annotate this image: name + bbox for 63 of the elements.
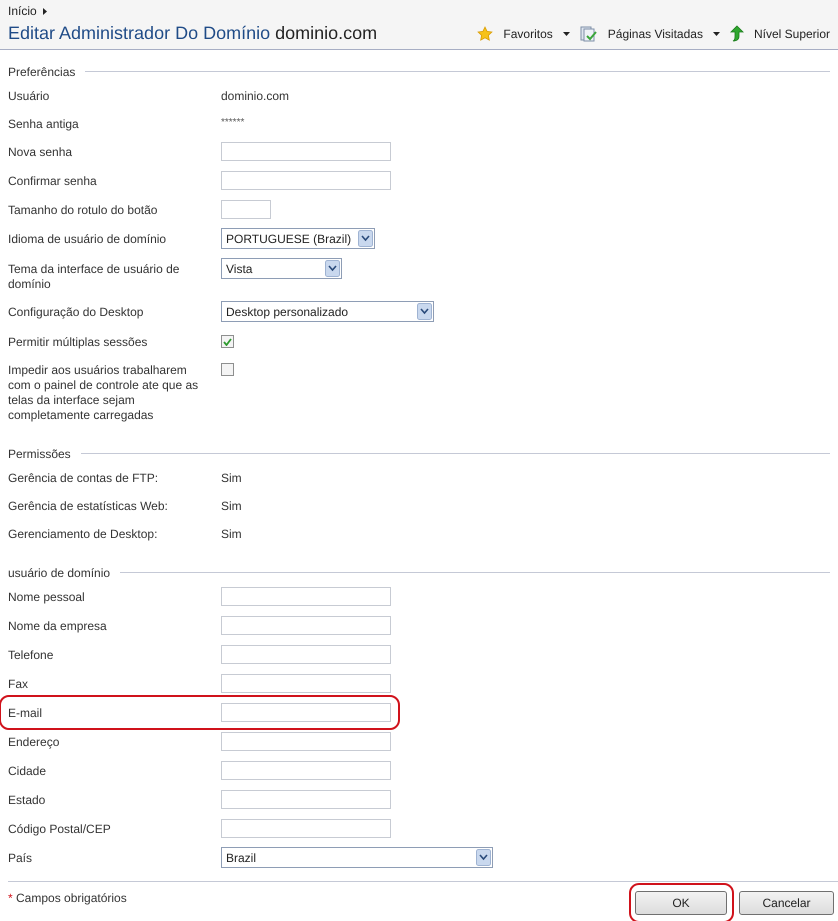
field-value: dominio.com: [221, 89, 290, 104]
breadcrumb-link[interactable]: Início: [8, 4, 37, 18]
section-title: usuário de domínio: [8, 566, 110, 580]
toolbar-link[interactable]: Páginas Visitadas: [608, 26, 703, 40]
dialog-button[interactable]: OK: [635, 891, 727, 915]
checkbox[interactable]: [221, 335, 234, 348]
field-label: Tema da interface de usuário de domínio: [8, 262, 180, 292]
field-label: Nome da empresa: [8, 619, 108, 635]
domain-name: dominio.com: [275, 23, 378, 44]
chevron-icon: [42, 8, 47, 14]
dropdown[interactable]: Desktop personalizado: [221, 301, 434, 322]
text-input[interactable]: [221, 645, 391, 664]
field-label: Senha antiga: [8, 117, 80, 132]
toolbar-link[interactable]: Favoritos: [503, 26, 553, 40]
field-label: Gerenciamento de Desktop:: [8, 527, 158, 542]
section-title: Permissões: [8, 446, 71, 460]
field-label: Cidade: [8, 764, 48, 780]
checkbox[interactable]: [221, 363, 234, 376]
field-value: Sim: [221, 471, 242, 486]
text-input[interactable]: [221, 142, 391, 161]
field-label: Permitir múltiplas sessões: [8, 335, 148, 350]
text-input[interactable]: [221, 171, 391, 190]
text-input[interactable]: [221, 732, 391, 751]
text-input[interactable]: [221, 761, 391, 780]
field-label: E-mail: [8, 706, 44, 722]
star-icon: [477, 26, 494, 42]
section-title: Preferências: [8, 64, 76, 78]
field-value: Sim: [221, 527, 242, 542]
dropdown[interactable]: Vista: [221, 258, 342, 279]
field-label: Telefone: [8, 648, 54, 664]
up-arrow-icon: [730, 25, 744, 42]
text-input[interactable]: [221, 200, 271, 219]
pages-icon: [580, 26, 598, 42]
dialog-button[interactable]: Cancelar: [739, 891, 834, 915]
field-label: Idioma de usuário de domínio: [8, 232, 168, 248]
required-note: * Campos obrigatórios: [8, 891, 127, 905]
text-input[interactable]: [221, 674, 391, 693]
field-label: Usuário: [8, 89, 50, 104]
dropdown[interactable]: Brazil: [221, 847, 493, 868]
field-label: Estado: [8, 793, 46, 809]
field-label: Gerência de estatísticas Web:: [8, 499, 169, 514]
check-icon: [223, 338, 232, 346]
field-label: Código Postal/CEP: [8, 822, 112, 838]
field-label: Impedir aos usuários trabalharem com o painel de controle ate que as telas da interface sejam completamente carregadas: [8, 363, 200, 423]
text-input[interactable]: [221, 587, 391, 606]
field-label: Nome pessoal: [8, 590, 86, 606]
page-title: Editar Administrador Do Domínio: [8, 23, 270, 44]
field-label: Nova senha: [8, 145, 74, 161]
toolbar-link[interactable]: Nível Superior: [754, 26, 830, 40]
field-label: Endereço: [8, 735, 60, 751]
text-input[interactable]: [221, 703, 391, 722]
field-label: Tamanho do rotulo do botão: [8, 203, 158, 219]
text-input[interactable]: [221, 790, 391, 809]
password-mask: ******: [221, 117, 244, 130]
text-input[interactable]: [221, 819, 391, 838]
field-label: País: [8, 851, 34, 867]
field-label: Gerência de contas de FTP:: [8, 471, 160, 486]
field-label: Confirmar senha: [8, 174, 98, 190]
text-input[interactable]: [221, 616, 391, 635]
field-label: Configuração do Desktop: [8, 305, 144, 321]
field-value: Sim: [221, 499, 242, 514]
field-label: Fax: [8, 677, 30, 693]
dropdown[interactable]: PORTUGUESE (Brazil): [221, 228, 375, 249]
